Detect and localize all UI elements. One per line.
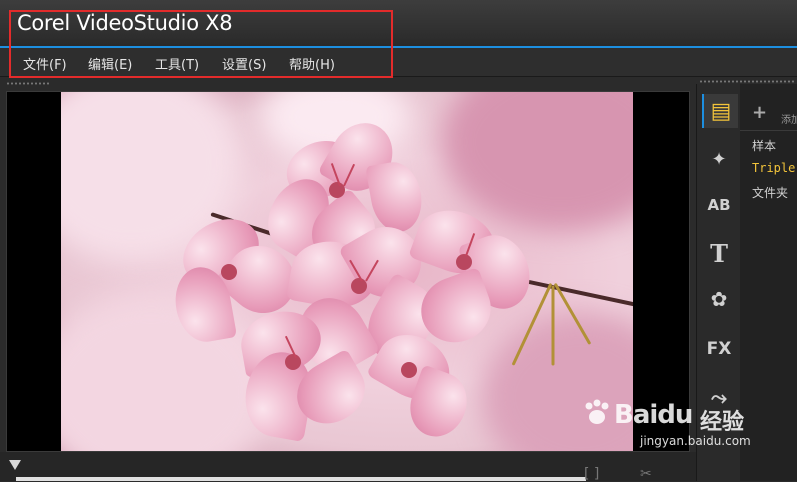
library-grip-handle[interactable] [699, 80, 795, 83]
menu-edit[interactable]: 编辑(E) [88, 54, 132, 73]
menu-tools[interactable]: 工具(T) [155, 54, 199, 73]
filter-icon[interactable]: FX [702, 332, 736, 366]
scrubber-handle[interactable] [9, 460, 21, 470]
preview-player[interactable] [6, 91, 690, 452]
title-bar: Corel VideoStudio X8 [0, 0, 797, 46]
trim-bracket-button[interactable]: [ ] [584, 466, 599, 482]
media-icon[interactable]: ▤ [702, 94, 738, 128]
menu-help[interactable]: 帮助(H) [289, 54, 335, 73]
library-divider [740, 130, 797, 131]
instant-project-icon[interactable]: ✦ [702, 142, 736, 176]
preview-image [61, 92, 633, 451]
path-icon[interactable]: ⤳ [702, 380, 736, 414]
transition-icon[interactable]: AB [702, 188, 736, 222]
split-clip-icon[interactable]: ✂ [640, 466, 652, 482]
library-toolbar: + 添加 [740, 94, 797, 126]
player-grip-handle[interactable] [6, 82, 50, 85]
library-item-samples[interactable]: 样本 [752, 137, 776, 154]
graphic-icon[interactable]: ✿ [702, 282, 736, 316]
scrubber-bar[interactable] [16, 477, 586, 481]
menu-file[interactable]: 文件(F) [23, 54, 67, 73]
title-icon[interactable]: T [702, 236, 736, 270]
library-tool-bar: ▤ ✦ AB T ✿ FX ⤳ [696, 84, 740, 481]
library-item-folder[interactable]: 文件夹 [752, 184, 788, 201]
menu-settings[interactable]: 设置(S) [222, 54, 266, 73]
add-label[interactable]: 添加 [781, 111, 797, 126]
menu-bar: 文件(F) 编辑(E) 工具(T) 设置(S) 帮助(H) [0, 48, 797, 77]
library-panel: + 添加 样本 Triple 文件夹 [740, 84, 797, 481]
add-folder-icon[interactable]: + [752, 102, 767, 123]
library-item-triple[interactable]: Triple [752, 161, 795, 175]
app-title: Corel VideoStudio X8 [17, 11, 233, 35]
